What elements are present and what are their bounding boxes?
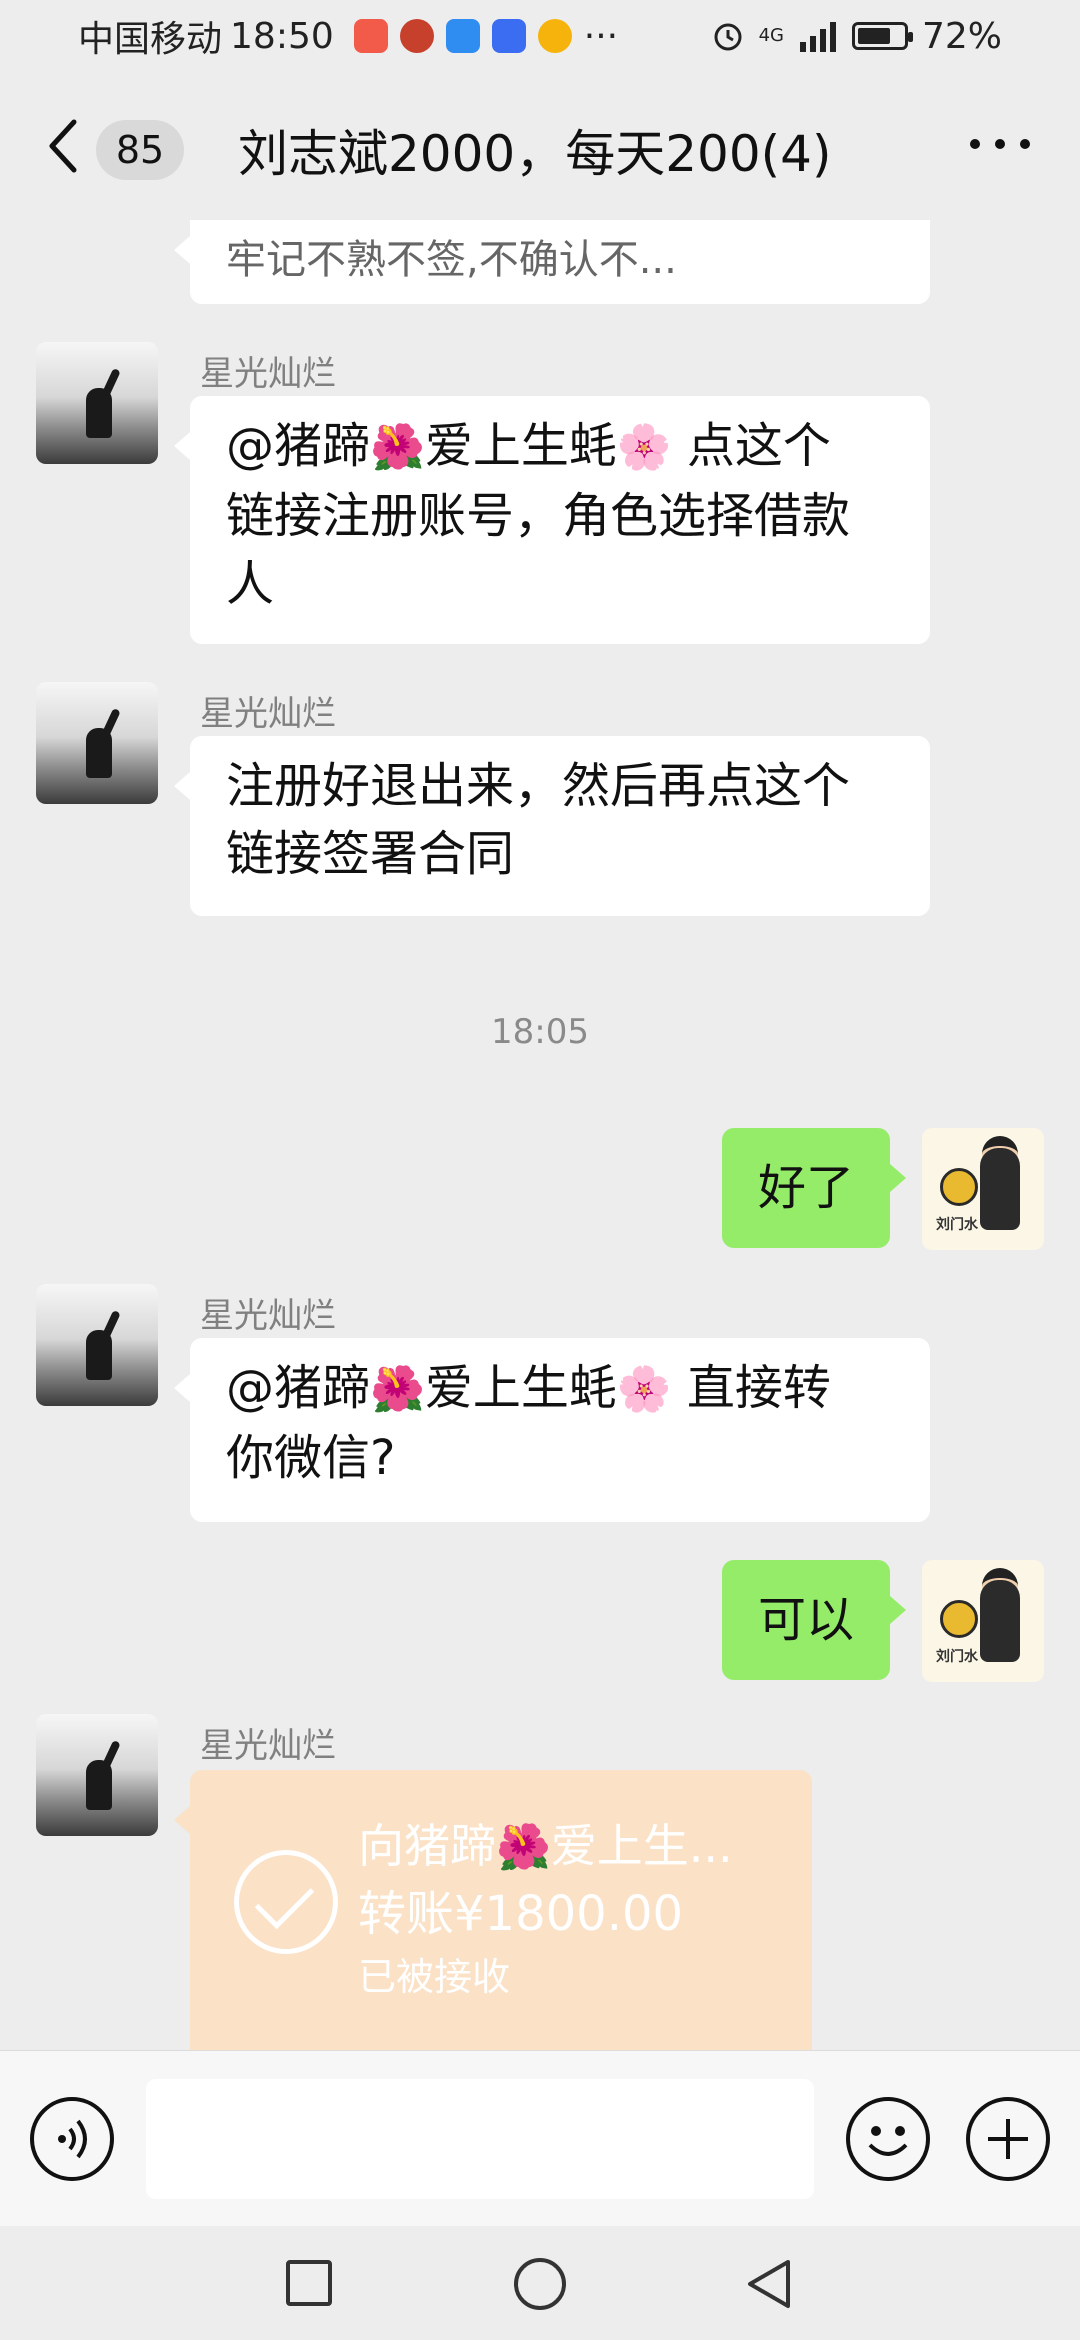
my-message-bubble[interactable]: 好了	[721, 1128, 907, 1248]
transfer-recipient-text: 向猪蹄	[358, 1819, 496, 1873]
signal-icon	[799, 22, 836, 52]
sender-name: 星光灿烂	[200, 694, 336, 734]
message-line: 人	[226, 556, 275, 612]
hibiscus-emoji: 🌺	[370, 1364, 425, 1415]
battery-level	[857, 28, 890, 44]
message-line: 注册好退出来，然后再点这个	[226, 758, 851, 814]
voice-input-button[interactable]	[30, 2097, 114, 2181]
huawei-app-icon	[353, 19, 388, 53]
nav-back-icon[interactable]	[742, 2256, 794, 2312]
avatar[interactable]	[36, 1284, 158, 1406]
message-bubble[interactable]: @猪蹄🌺爱上生蚝🌸 直接转 你微信?	[174, 1338, 930, 1522]
carrier-label: 中国移动	[78, 19, 223, 60]
system-nav-bar	[0, 2226, 1080, 2340]
message-bubble[interactable]: 注册好退出来，然后再点这个 链接签署合同	[174, 736, 930, 916]
avatar[interactable]	[36, 342, 158, 464]
check-circle-icon	[234, 1850, 338, 1954]
clock: 18:50	[230, 15, 334, 57]
cloud-app-icon	[445, 19, 480, 53]
unread-badge[interactable]: 85	[96, 120, 184, 180]
my-message-bubble[interactable]: 可以	[721, 1560, 907, 1680]
blossom-emoji: 🌸	[616, 422, 672, 473]
mention-text: @猪蹄	[226, 418, 371, 474]
status-left: 中国移动 18:50 ···	[78, 10, 618, 62]
avatar[interactable]	[36, 682, 158, 804]
transfer-status: 已被接收	[358, 1955, 511, 1999]
message-bubble-partial[interactable]: 牢记不熟不签,不确认不...	[174, 220, 930, 304]
emoji-button[interactable]	[846, 2097, 930, 2181]
avatar-caption: 刘门水	[936, 1649, 978, 1665]
sender-name: 星光灿烂	[200, 1296, 336, 1336]
hibiscus-emoji: 🌺	[370, 422, 425, 473]
battery-percent: 72%	[921, 15, 1002, 57]
mention-text: 爱上生蚝	[424, 1360, 617, 1416]
timestamp: 18:05	[491, 1012, 589, 1052]
message-line: 链接注册账号，角色选择借款	[226, 488, 851, 544]
message-line: @猪蹄🌺爱上生蚝🌸 点这个	[226, 412, 894, 482]
message-bubble[interactable]: @猪蹄🌺爱上生蚝🌸 点这个 链接注册账号，角色选择借款 人	[174, 396, 930, 644]
mention-text: @猪蹄	[226, 1360, 371, 1416]
notification-icons: ···	[353, 15, 619, 57]
hibiscus-emoji: 🌺	[496, 1822, 551, 1873]
message-text: 点这个	[671, 418, 831, 474]
weibo-app-icon	[537, 19, 572, 53]
message-input[interactable]	[146, 2079, 814, 2199]
message-list[interactable]: 牢记不熟不签,不确认不... 星光灿烂 @猪蹄🌺爱上生蚝🌸 点这个 链接注册账号…	[0, 220, 1080, 2050]
plus-icon	[988, 2119, 1028, 2159]
chat-header: 85 刘志斌2000，每天200(4)	[0, 72, 1080, 220]
more-options-icon[interactable]	[970, 134, 1030, 154]
network-type: 4G	[758, 25, 784, 46]
more-notifications: ···	[583, 15, 619, 57]
blossom-emoji: 🌸	[616, 1364, 672, 1415]
chat-title: 刘志斌2000，每天200(4)	[238, 125, 832, 183]
message-text: 好了	[757, 1160, 854, 1216]
message-line: @猪蹄🌺爱上生蚝🌸 直接转	[226, 1354, 894, 1424]
message-line: 链接签署合同	[226, 826, 515, 882]
alarm-icon	[714, 23, 742, 51]
mention-text: 爱上生蚝	[424, 418, 617, 474]
transfer-recipient-text: 爱上生...	[550, 1819, 733, 1873]
status-right: 4G 72%	[711, 16, 1002, 57]
game-app-icon	[399, 19, 434, 53]
message-text: 牢记不熟不签,不确认不...	[226, 237, 677, 283]
message-text: 可以	[757, 1592, 854, 1648]
smiley-icon	[868, 2126, 908, 2156]
transfer-recipient: 向猪蹄🌺爱上生...	[358, 1810, 733, 1876]
voice-icon	[58, 2119, 87, 2159]
transfer-amount: 转账¥1800.00	[358, 1886, 684, 1942]
my-avatar[interactable]: 刘门水	[922, 1560, 1044, 1682]
sender-name: 星光灿烂	[200, 1726, 336, 1766]
avatar[interactable]	[36, 1714, 158, 1836]
my-avatar[interactable]: 刘门水	[922, 1128, 1044, 1250]
more-functions-button[interactable]	[966, 2097, 1050, 2181]
sender-name: 星光灿烂	[200, 354, 336, 394]
avatar-caption: 刘门水	[936, 1217, 978, 1233]
back-icon[interactable]	[44, 116, 84, 176]
home-button[interactable]	[514, 2258, 566, 2310]
transfer-card[interactable]: 向猪蹄🌺爱上生... 转账¥1800.00 已被接收	[174, 1770, 812, 2050]
qq-app-icon	[491, 19, 526, 53]
battery-icon	[851, 22, 913, 50]
input-bar	[0, 2050, 1080, 2226]
recent-apps-button[interactable]	[286, 2260, 332, 2306]
status-bar: 中国移动 18:50 ··· 4G 72%	[0, 0, 1080, 72]
message-line: 你微信?	[226, 1430, 396, 1486]
message-text: 直接转	[671, 1360, 831, 1416]
